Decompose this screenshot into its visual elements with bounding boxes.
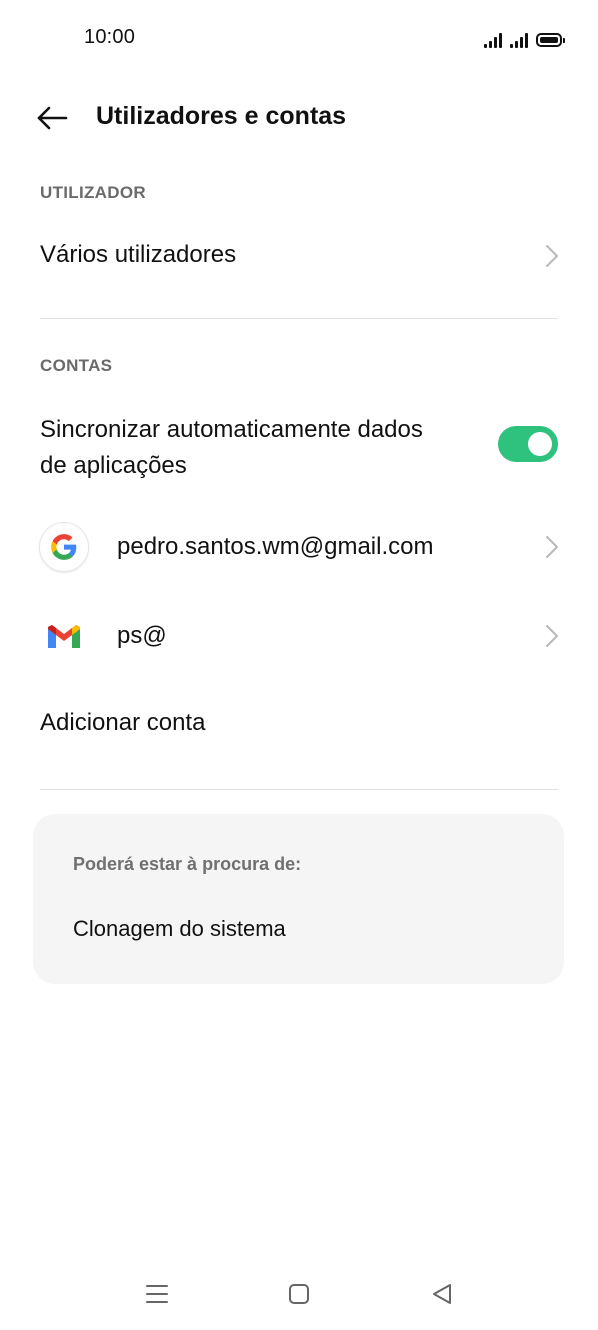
chevron-right-icon — [546, 625, 558, 647]
account-row-gmail[interactable]: ps@ — [0, 604, 598, 668]
page-title: Utilizadores e contas — [96, 102, 347, 130]
section-label-user: UTILIZADOR — [40, 183, 146, 202]
back-button[interactable] — [30, 98, 74, 138]
section-label-accounts: CONTAS — [40, 356, 113, 375]
auto-sync-label-line2: de aplicações — [40, 452, 187, 479]
auto-sync-toggle[interactable] — [498, 426, 558, 462]
menu-icon[interactable] — [143, 1280, 171, 1308]
add-account-label: Adicionar conta — [40, 709, 206, 736]
google-account-email: pedro.santos.wm@gmail.com — [117, 533, 434, 560]
suggestions-title: Poderá estar à procura de: — [73, 854, 302, 874]
suggestions-card: Poderá estar à procura de: Clonagem do s… — [33, 814, 564, 984]
chevron-right-icon — [546, 245, 558, 267]
chevron-right-icon — [546, 536, 558, 558]
home-icon[interactable] — [285, 1280, 313, 1308]
account-row-google[interactable]: pedro.santos.wm@gmail.com — [0, 514, 598, 580]
suggestion-item-system-clone[interactable]: Clonagem do sistema — [73, 916, 286, 942]
toggle-knob — [528, 432, 552, 456]
gmail-icon — [48, 625, 80, 648]
status-bar: 10:00 — [0, 0, 598, 76]
signal-icon — [510, 30, 528, 48]
signal-icon — [484, 30, 502, 48]
gmail-account-label: ps@ — [117, 622, 167, 649]
add-account-row[interactable]: Adicionar conta — [0, 694, 598, 756]
multiple-users-row[interactable]: Vários utilizadores — [0, 226, 598, 290]
back-triangle-icon[interactable] — [428, 1280, 456, 1308]
divider — [40, 789, 558, 790]
google-icon — [40, 523, 88, 571]
arrow-left-icon — [37, 106, 68, 130]
divider — [40, 318, 558, 319]
auto-sync-label: Sincronizar automaticamente dados de apl… — [40, 412, 423, 484]
status-icons — [484, 28, 565, 48]
navigation-bar — [0, 1264, 598, 1324]
status-time: 10:00 — [84, 26, 136, 48]
multiple-users-label: Vários utilizadores — [40, 241, 237, 268]
battery-icon — [536, 33, 565, 47]
app-header: Utilizadores e contas — [0, 90, 598, 146]
auto-sync-label-line1: Sincronizar automaticamente dados — [40, 416, 423, 443]
